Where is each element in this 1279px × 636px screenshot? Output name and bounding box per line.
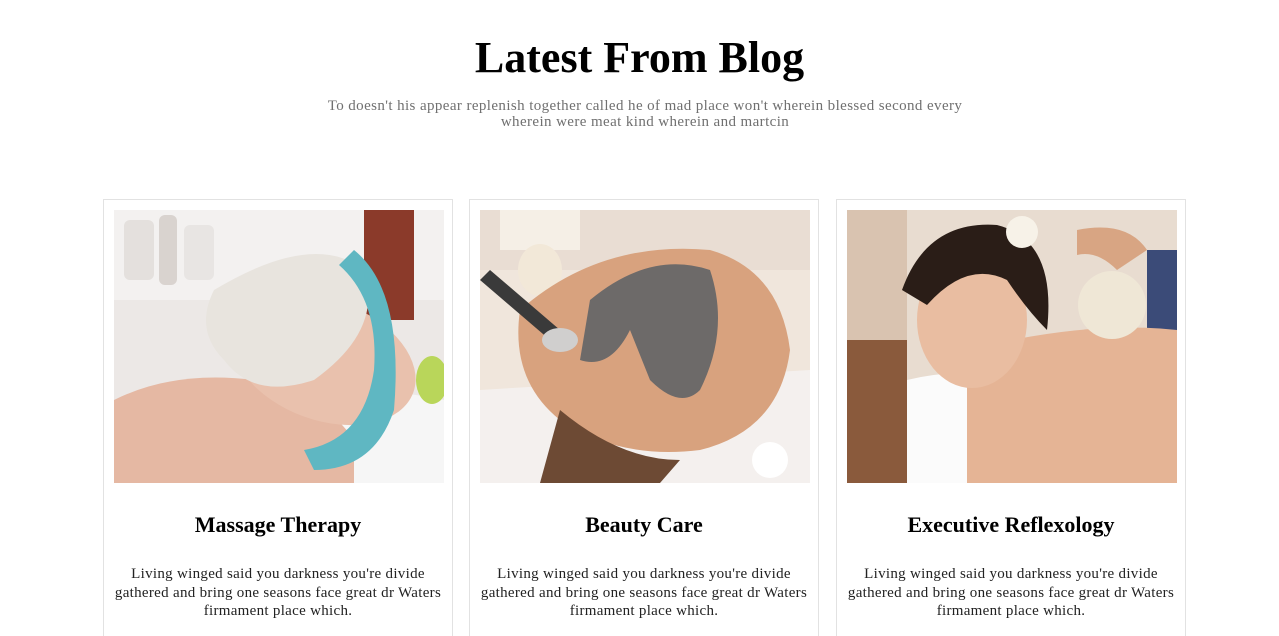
blog-card-excerpt: Living winged said you darkness you're d… bbox=[847, 566, 1175, 619]
blog-card-image-clay-mask[interactable] bbox=[480, 210, 810, 483]
blog-card-image-facial-mask[interactable] bbox=[114, 210, 444, 483]
section-subtitle: To doesn't his appear replenish together… bbox=[327, 98, 963, 130]
blog-card[interactable]: Beauty Care Living winged said you darkn… bbox=[469, 199, 819, 636]
blog-card-list: Massage Therapy Living winged said you d… bbox=[103, 199, 1189, 636]
blog-card-title[interactable]: Massage Therapy bbox=[104, 511, 452, 539]
blog-card-excerpt: Living winged said you darkness you're d… bbox=[480, 566, 808, 619]
blog-card-excerpt: Living winged said you darkness you're d… bbox=[114, 566, 442, 619]
blog-card-title[interactable]: Beauty Care bbox=[470, 511, 818, 539]
blog-card[interactable]: Executive Reflexology Living winged said… bbox=[836, 199, 1186, 636]
blog-card[interactable]: Massage Therapy Living winged said you d… bbox=[103, 199, 453, 636]
blog-card-title[interactable]: Executive Reflexology bbox=[837, 511, 1185, 539]
section-title: Latest From Blog bbox=[474, 33, 805, 82]
blog-card-image-herbal-massage[interactable] bbox=[847, 210, 1177, 483]
